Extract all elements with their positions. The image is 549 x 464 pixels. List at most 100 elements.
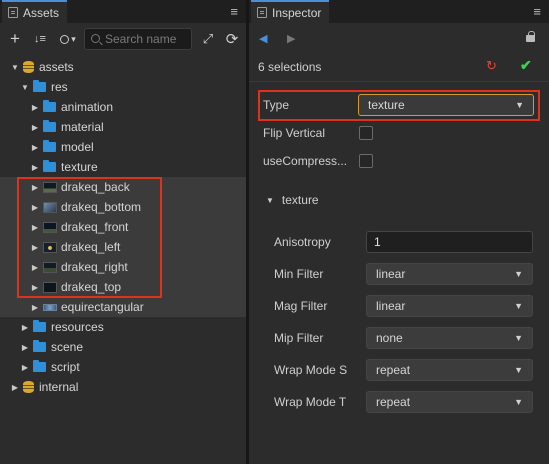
min-filter-select[interactable]: linear ▼ [366,263,533,285]
expand-down-icon[interactable]: ▼ [10,63,20,72]
mag-filter-select[interactable]: linear ▼ [366,295,533,317]
use-compress-checkbox[interactable] [359,154,373,168]
apply-icon[interactable]: ✔ [520,57,532,74]
folder-icon [33,80,46,92]
type-select[interactable]: texture ▼ [358,94,534,116]
flip-vertical-label: Flip Vertical [263,126,326,140]
tree-item-label: texture [61,160,98,174]
use-compress-label: useCompress... [263,154,348,168]
add-icon[interactable]: + [8,29,22,49]
tree-item[interactable]: ▶ internal [0,377,246,397]
expand-right-icon[interactable]: ▶ [10,383,20,392]
expand-right-icon[interactable]: ▶ [20,363,30,372]
tree-item-label: drakeq_back [61,180,130,194]
collapse-all-icon[interactable]: ⤢ [200,29,216,49]
search-type-button[interactable]: ▾ [58,29,78,49]
tree-item[interactable]: ▶ drakeq_back [0,177,246,197]
search-input[interactable]: Search name [84,28,192,50]
chevron-down-icon: ▼ [514,365,523,375]
expand-down-icon[interactable]: ▼ [20,83,30,92]
assets-panel: Assets ≡ + ↓≡ ▾ Search name ⤢ ⟳ ▼ assets ▼… [0,0,246,464]
asset-tree: ▼ assets ▼ res ▶ animation ▶ material ▶ model ▶ tex… [0,57,246,397]
inspector-tab-icon [257,7,267,18]
tree-item[interactable]: ▼ res [0,77,246,97]
expand-right-icon[interactable]: ▶ [30,223,40,232]
texture-section-header[interactable]: ▼ texture [266,193,319,207]
chevron-down-icon: ▼ [514,269,523,279]
flip-vertical-checkbox[interactable] [359,126,373,140]
expand-right-icon[interactable]: ▶ [20,343,30,352]
mip-filter-select[interactable]: none ▼ [366,327,533,349]
type-label: Type [263,98,290,112]
expand-right-icon[interactable]: ▶ [30,183,40,192]
tree-item-label: assets [39,60,74,74]
expand-right-icon[interactable]: ▶ [30,143,40,152]
tree-item-label: drakeq_front [61,220,129,234]
tree-item[interactable]: ▶ texture [0,157,246,177]
lock-icon[interactable] [526,31,535,42]
mag-filter-value: linear [376,299,406,313]
expand-right-icon[interactable]: ▶ [30,163,40,172]
inspector-menu-icon[interactable]: ≡ [533,4,541,19]
back-icon[interactable]: ◀ [259,32,267,45]
assets-tab[interactable]: Assets [2,0,68,23]
wrap-mode-t-value: repeat [376,395,411,409]
mip-filter-row: Mip Filter none ▼ [249,327,549,349]
tree-item-label: internal [39,380,79,394]
assets-tabbar: Assets ≡ [0,0,246,23]
use-compress-row: useCompress... [249,150,549,172]
wrap-mode-s-select[interactable]: repeat ▼ [366,359,533,381]
image-thumb-icon [43,281,57,293]
search-placeholder: Search name [105,32,177,46]
tree-item[interactable]: ▶ scene [0,337,246,357]
tree-item[interactable]: ▼ assets [0,57,246,77]
anisotropy-input[interactable]: 1 [366,231,533,253]
forward-icon[interactable]: ▶ [287,32,295,45]
chevron-down-icon: ▼ [514,301,523,311]
flip-vertical-row: Flip Vertical [249,122,549,144]
folder-icon [33,320,46,332]
expand-right-icon[interactable]: ▶ [30,263,40,272]
expand-right-icon[interactable]: ▶ [20,323,30,332]
refresh-icon[interactable]: ⟳ [224,29,240,49]
sort-icon[interactable]: ↓≡ [30,29,50,49]
database-icon [23,61,34,73]
search-icon [91,34,100,43]
chevron-down-icon: ▼ [514,333,523,343]
expand-right-icon[interactable]: ▶ [30,303,40,312]
tree-item-label: model [61,140,94,154]
folder-icon [43,160,56,172]
tree-item[interactable]: ▶ drakeq_top [0,277,246,297]
texture-section-title: texture [281,193,319,207]
tree-item[interactable]: ▶ drakeq_right [0,257,246,277]
assets-tab-icon [8,7,18,18]
tree-item[interactable]: ▶ equirectangular [0,297,246,317]
inspector-panel: Inspector ≡ ◀ ▶ 6 selections ↻ ✔ Type te… [249,0,549,464]
tree-item[interactable]: ▶ resources [0,317,246,337]
assets-menu-icon[interactable]: ≡ [230,4,238,19]
revert-icon[interactable]: ↻ [486,58,497,74]
wrap-mode-s-label: Wrap Mode S [274,363,348,377]
tree-item-label: drakeq_left [61,240,121,254]
tree-item[interactable]: ▶ drakeq_front [0,217,246,237]
tree-item[interactable]: ▶ animation [0,97,246,117]
assets-tab-label: Assets [23,5,60,20]
inspector-tab[interactable]: Inspector [251,0,330,23]
tree-item-label: animation [61,100,114,114]
folder-icon [43,100,56,112]
tree-item[interactable]: ▶ drakeq_bottom [0,197,246,217]
wrap-mode-t-select[interactable]: repeat ▼ [366,391,533,413]
tree-item[interactable]: ▶ script [0,357,246,377]
wrap-mode-s-row: Wrap Mode S repeat ▼ [249,359,549,381]
inspector-tab-label: Inspector [272,5,322,20]
expand-right-icon[interactable]: ▶ [30,283,40,292]
tree-item[interactable]: ▶ drakeq_left [0,237,246,257]
expand-right-icon[interactable]: ▶ [30,203,40,212]
expand-right-icon[interactable]: ▶ [30,243,40,252]
tree-item[interactable]: ▶ material [0,117,246,137]
assets-toolbar: + ↓≡ ▾ Search name ⤢ ⟳ [0,26,246,52]
tree-item[interactable]: ▶ model [0,137,246,157]
database-icon [23,381,34,393]
expand-right-icon[interactable]: ▶ [30,123,40,132]
expand-right-icon[interactable]: ▶ [30,103,40,112]
